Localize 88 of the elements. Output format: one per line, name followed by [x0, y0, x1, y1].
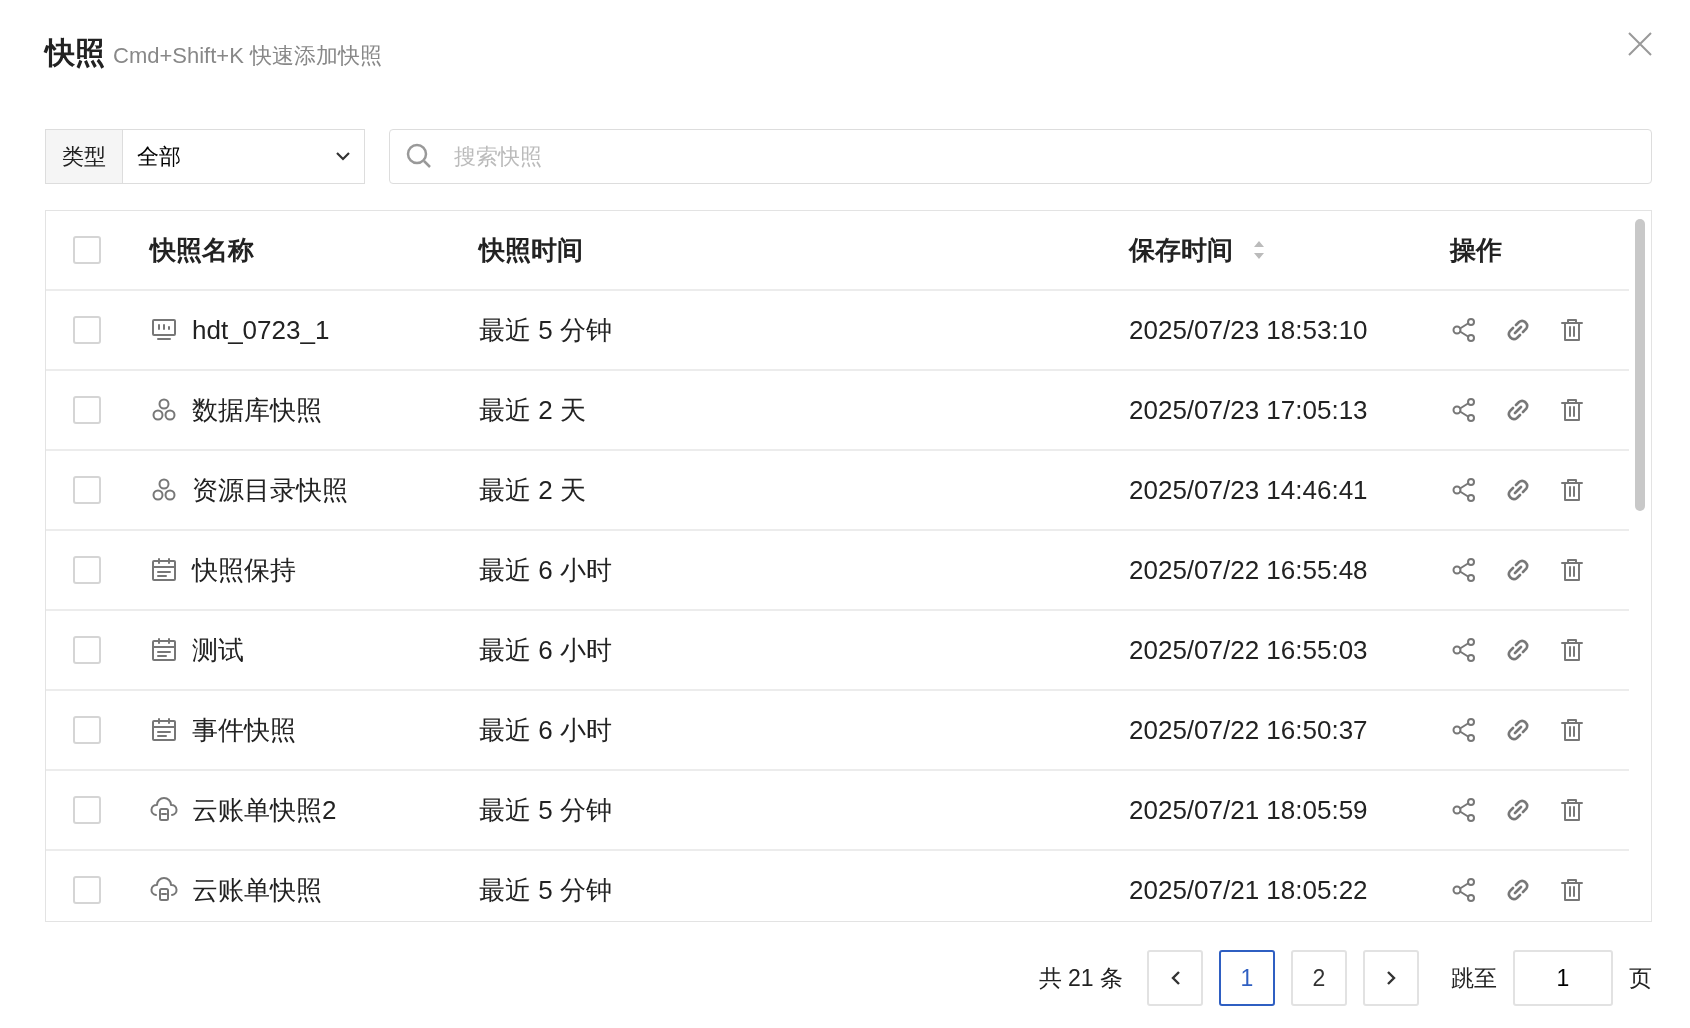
delete-button[interactable] [1558, 396, 1586, 424]
trash-icon [1558, 556, 1586, 584]
snapshot-name: 快照保持 [192, 553, 296, 587]
share-button[interactable] [1450, 396, 1478, 424]
total-count: 共 21 条 [1038, 963, 1123, 993]
saved-time: 2025/07/21 18:05:59 [1129, 793, 1368, 827]
calendar-icon [150, 716, 178, 744]
delete-button[interactable] [1558, 876, 1586, 904]
page-button[interactable]: 2 [1291, 950, 1347, 1006]
share-icon [1450, 556, 1478, 584]
column-header: 保存时间 [1129, 233, 1233, 267]
trash-icon [1558, 716, 1586, 744]
snapshot-name: 测试 [192, 633, 244, 667]
time-range: 最近 2 天 [479, 394, 586, 425]
share-icon [1450, 476, 1478, 504]
saved-time: 2025/07/22 16:50:37 [1129, 713, 1368, 747]
trash-icon [1558, 316, 1586, 344]
calendar-icon [150, 556, 178, 584]
share-icon [1450, 796, 1478, 824]
page-button[interactable]: 1 [1219, 950, 1275, 1006]
delete-button[interactable] [1558, 316, 1586, 344]
delete-button[interactable] [1558, 636, 1586, 664]
snapshot-name: 资源目录快照 [192, 473, 348, 507]
share-icon [1450, 396, 1478, 424]
column-header: 快照名称 [150, 233, 254, 267]
share-button[interactable] [1450, 316, 1478, 344]
chevron-right-icon [1386, 971, 1396, 985]
saved-time: 2025/07/23 14:46:41 [1129, 473, 1368, 507]
share-icon [1450, 316, 1478, 344]
snapshot-name: 数据库快照 [192, 393, 322, 427]
time-range: 最近 2 天 [479, 474, 586, 505]
checkbox[interactable] [73, 396, 101, 424]
chevron-left-icon [1170, 971, 1180, 985]
time-range: 最近 5 分钟 [479, 874, 612, 905]
share-button[interactable] [1450, 716, 1478, 744]
share-button[interactable] [1450, 796, 1478, 824]
jump-label: 跳至 [1451, 963, 1497, 993]
time-range: 最近 6 小时 [479, 714, 612, 745]
close-button[interactable] [1626, 30, 1652, 56]
snapshot-name: 云账单快照2 [192, 793, 337, 827]
trash-icon [1558, 876, 1586, 904]
saved-time: 2025/07/23 17:05:13 [1129, 393, 1368, 427]
checkbox[interactable] [73, 476, 101, 504]
dialog-title: 快照 [45, 35, 105, 71]
share-icon [1450, 636, 1478, 664]
snapshot-name: 云账单快照 [192, 873, 322, 907]
share-icon [1450, 716, 1478, 744]
time-range: 最近 5 分钟 [479, 314, 612, 345]
column-header: 快照时间 [479, 234, 583, 265]
cloud-icon [150, 796, 178, 824]
trash-icon [1558, 476, 1586, 504]
checkbox[interactable] [73, 796, 101, 824]
saved-time: 2025/07/22 16:55:03 [1129, 633, 1368, 667]
scrollbar[interactable] [1635, 219, 1645, 511]
share-button[interactable] [1450, 876, 1478, 904]
share-icon [1450, 876, 1478, 904]
calendar-icon [150, 636, 178, 664]
delete-button[interactable] [1558, 476, 1586, 504]
checkbox[interactable] [73, 716, 101, 744]
time-range: 最近 5 分钟 [479, 794, 612, 825]
share-button[interactable] [1450, 556, 1478, 584]
share-button[interactable] [1450, 476, 1478, 504]
trash-icon [1558, 636, 1586, 664]
column-header: 操作 [1450, 233, 1502, 267]
shortcut-hint: Cmd+Shift+K 快速添加快照 [113, 42, 382, 70]
checkbox[interactable] [73, 876, 101, 904]
close-icon [1626, 30, 1654, 58]
checkbox[interactable] [73, 556, 101, 584]
page-input[interactable]: 1 [1513, 950, 1613, 1006]
saved-time: 2025/07/22 16:55:48 [1129, 553, 1368, 587]
page-unit: 页 [1629, 963, 1652, 993]
search-field[interactable]: 搜索快照 [389, 129, 1652, 184]
snapshot-name: 事件快照 [192, 713, 296, 747]
time-range: 最近 6 小时 [479, 554, 612, 585]
trash-icon [1558, 396, 1586, 424]
saved-time: 2025/07/23 18:53:10 [1129, 313, 1368, 347]
snapshot-name: hdt_0723_1 [192, 313, 330, 347]
delete-button[interactable] [1558, 716, 1586, 744]
delete-button[interactable] [1558, 796, 1586, 824]
share-button[interactable] [1450, 636, 1478, 664]
checkbox[interactable] [73, 236, 101, 264]
trash-icon [1558, 796, 1586, 824]
checkbox[interactable] [73, 636, 101, 664]
cloud-icon [150, 876, 178, 904]
checkbox[interactable] [73, 316, 101, 344]
saved-time: 2025/07/21 18:05:22 [1129, 873, 1368, 907]
time-range: 最近 6 小时 [479, 634, 612, 665]
delete-button[interactable] [1558, 556, 1586, 584]
